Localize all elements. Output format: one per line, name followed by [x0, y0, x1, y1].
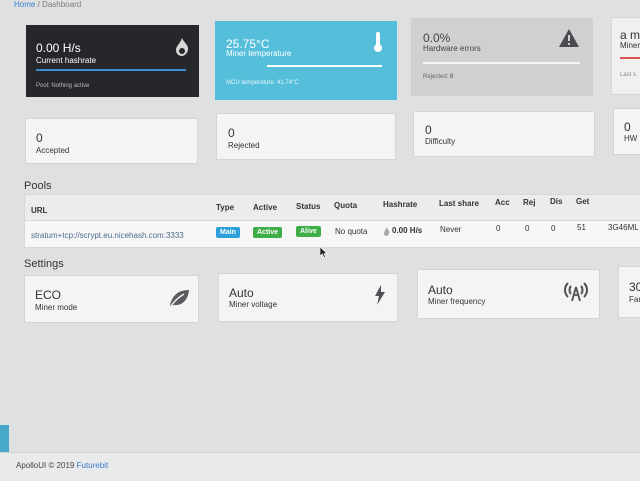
col-last-share: Last share: [439, 199, 480, 208]
footer-brand-link[interactable]: Futurebit: [77, 461, 109, 470]
difficulty-label: Difficulty: [425, 137, 456, 146]
pool-extra: 3G46ML: [608, 223, 639, 232]
thermometer-icon: [374, 32, 382, 52]
hashrate-progress: [36, 69, 186, 71]
pool-last-share: Never: [440, 225, 462, 234]
pool-type-badge: Main: [216, 227, 240, 238]
accepted-value: 0: [36, 131, 43, 145]
col-quota: Quota: [334, 201, 358, 210]
fan-card[interactable]: 30 Fan: [618, 266, 640, 318]
leaf-icon: [170, 290, 189, 307]
rejected-stat: Rejected: 0: [423, 74, 453, 80]
miner-voltage-value: Auto: [229, 286, 254, 300]
pool-url[interactable]: stratum+tcp://scrypt.eu.nicehash.com:333…: [31, 231, 184, 240]
hashrate-card: 0.00 H/s Current hashrate Pool: Nothing …: [26, 25, 199, 97]
miner-card-value: a m: [620, 28, 640, 42]
col-acc: Acc: [495, 198, 510, 207]
col-status: Status: [296, 202, 321, 211]
hardware-errors-label: Hardware errors: [423, 44, 481, 53]
col-type: Type: [216, 203, 235, 212]
fan-value: 30: [629, 280, 640, 294]
miner-mode-label: Miner mode: [35, 303, 78, 312]
mcu-temperature: MCU temperature: 41.74°C: [226, 80, 299, 86]
miner-frequency-label: Miner frequency: [428, 297, 486, 306]
rejected-card: 0 Rejected: [216, 113, 396, 160]
hashrate-value: 0.00 H/s: [36, 41, 81, 55]
hardware-errors-progress: [423, 62, 580, 64]
breadcrumb-home-link[interactable]: Home: [14, 0, 35, 9]
antenna-icon: [564, 282, 588, 302]
bolt-icon: [375, 285, 385, 305]
hashrate-label: Current hashrate: [36, 56, 97, 65]
miner-card-label: Miner: [620, 41, 640, 50]
difficulty-value: 0: [425, 123, 432, 137]
pools-table-row-divider: [25, 220, 640, 221]
miner-mode-value: ECO: [35, 288, 62, 302]
footer-text: ApolloUI © 2019 Futurebit: [16, 461, 108, 470]
hw-label: HW: [624, 134, 638, 143]
miner-card: a m Miner Last s: [611, 17, 640, 95]
rejected-label: Rejected: [228, 141, 260, 150]
rejected-stat-value: 0: [450, 74, 454, 80]
footer: ApolloUI © 2019 Futurebit: [0, 452, 640, 481]
miner-voltage-label: Miner voltage: [229, 300, 278, 309]
hashrate-pool-status: Pool: Nothing active: [36, 83, 90, 89]
rejected-value: 0: [228, 126, 235, 140]
hardware-errors-card: 0.0% Hardware errors Rejected: 0: [411, 18, 593, 96]
hw-card: 0 HW: [613, 108, 640, 155]
footer-copyright: ApolloUI © 2019: [16, 461, 75, 470]
col-url: URL: [31, 206, 48, 215]
hardware-errors-value: 0.0%: [423, 31, 451, 45]
pool-rej: 0: [525, 224, 530, 233]
col-dis: Dis: [550, 197, 563, 206]
miner-frequency-card[interactable]: Auto Miner frequency: [417, 269, 600, 319]
temperature-label: Miner temperature: [226, 49, 292, 58]
pools-heading: Pools: [24, 180, 52, 192]
difficulty-card: 0 Difficulty: [413, 111, 595, 157]
miner-voltage-card[interactable]: Auto Miner voltage: [218, 273, 398, 322]
pools-table-header: [25, 195, 640, 220]
flame-icon: [176, 38, 189, 56]
hw-value: 0: [624, 120, 631, 134]
pool-acc: 0: [496, 224, 501, 233]
accepted-label: Accepted: [36, 146, 70, 155]
breadcrumb: Home / Dashboard: [14, 0, 81, 9]
miner-mode-card[interactable]: ECO Miner mode: [24, 275, 199, 323]
temperature-card: 25.75°C Miner temperature MCU temperatur…: [215, 21, 397, 100]
mouse-cursor-icon: [320, 247, 328, 258]
miner-card-progress: [620, 57, 640, 59]
pool-dis: 0: [551, 224, 556, 233]
settings-heading: Settings: [24, 258, 64, 270]
miner-card-foot: Last s: [620, 72, 637, 78]
rejected-stat-label: Rejected:: [423, 74, 449, 80]
sidebar-edge: [0, 425, 9, 452]
pool-active-badge: Active: [253, 227, 283, 238]
fan-label: Fan: [629, 295, 640, 304]
breadcrumb-current: Dashboard: [42, 0, 82, 9]
accepted-card: 0 Accepted: [25, 118, 198, 164]
breadcrumb-separator: /: [37, 0, 40, 9]
pool-get: 51: [577, 223, 586, 232]
col-get: Get: [576, 197, 590, 206]
pool-hashrate: 0.00 H/s: [392, 226, 423, 235]
col-hashrate: Hashrate: [383, 200, 418, 209]
col-rej: Rej: [523, 198, 536, 207]
warning-icon: [559, 29, 579, 47]
temperature-progress: [267, 65, 382, 67]
miner-frequency-value: Auto: [428, 283, 453, 297]
hashrate-flame-icon: [384, 227, 390, 236]
pool-status-badge: Alive: [296, 226, 321, 237]
col-active: Active: [253, 203, 278, 212]
pool-quota: No quota: [335, 227, 368, 236]
